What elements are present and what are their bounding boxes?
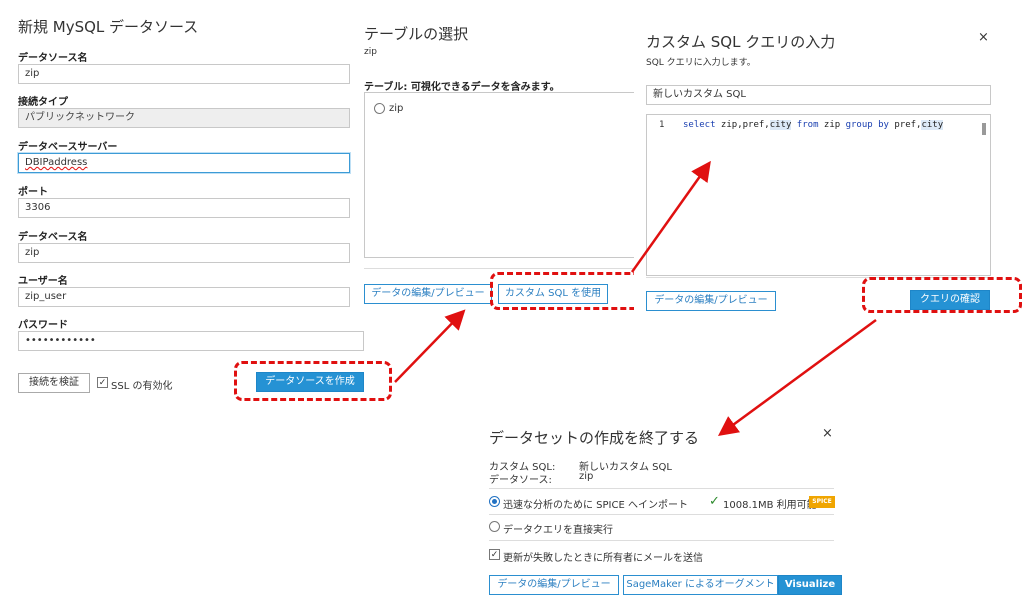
arrow-custom-sql-to-editor: [630, 160, 711, 273]
arrow-create-to-table: [394, 309, 466, 383]
arrow-confirm-to-finish: [717, 318, 877, 436]
annotation-arrows: [394, 160, 877, 436]
